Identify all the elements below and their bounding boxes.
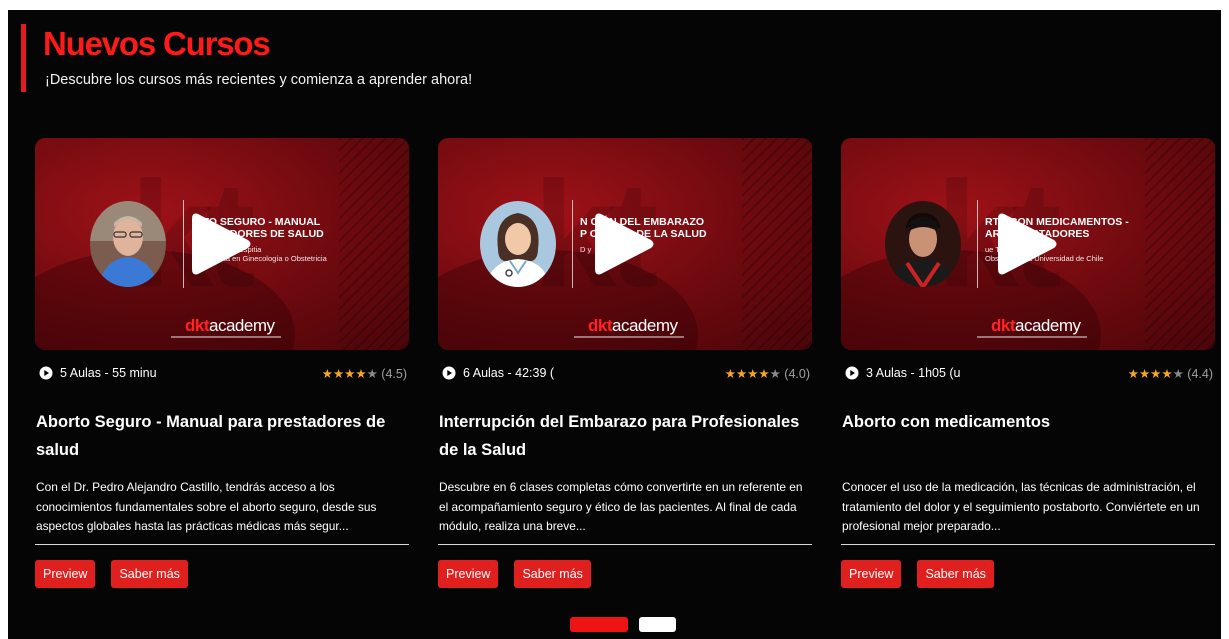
course-rating: ★★★★★ (4.4) <box>1128 366 1213 381</box>
learn-more-button[interactable]: Saber más <box>917 560 994 588</box>
course-card: kt RTO SEGURO - MANUAL RESTADORES DE SAL… <box>35 138 409 588</box>
play-icon[interactable] <box>593 210 655 278</box>
course-rating: ★★★★★ (4.5) <box>322 366 407 381</box>
new-courses-section: Nuevos Cursos ¡Descubre los cursos más r… <box>8 10 1221 639</box>
course-title[interactable]: Aborto Seguro - Manual para prestadores … <box>36 408 410 464</box>
course-card: kt N CIÓN DEL EMBARAZO P ONALES DE LA SA… <box>438 138 812 588</box>
dkt-academy-logo: dktacademy <box>991 316 1081 335</box>
course-description: Descubre en 6 clases completas cómo conv… <box>439 480 803 533</box>
carousel-dot-1[interactable] <box>570 617 628 632</box>
course-thumbnail[interactable]: kt N CIÓN DEL EMBARAZO P ONALES DE LA SA… <box>438 138 812 350</box>
rating-value: (4.4) <box>1187 367 1213 381</box>
dkt-academy-logo: dktacademy <box>185 316 275 335</box>
course-rating: ★★★★★ (4.0) <box>725 366 810 381</box>
preview-button[interactable]: Preview <box>438 560 499 588</box>
play-circle-icon <box>442 366 456 380</box>
star-icon: ★★★★ <box>1127 367 1173 381</box>
section-subtitle: ¡Descubre los cursos más recientes y com… <box>45 72 473 88</box>
section-title: Nuevos Cursos <box>43 25 271 62</box>
star-icon: ★ <box>366 367 378 381</box>
star-icon: ★★★★ <box>724 367 770 381</box>
play-icon[interactable] <box>996 210 1058 278</box>
card-divider <box>841 544 1215 545</box>
course-description: Con el Dr. Pedro Alejandro Castillo, ten… <box>36 480 377 533</box>
course-description: Conocer el uso de la medicación, las téc… <box>842 480 1200 533</box>
rating-value: (4.5) <box>381 367 407 381</box>
preview-button[interactable]: Preview <box>841 560 902 588</box>
course-thumbnail[interactable]: kt RTO CON MEDICAMENTOS - ARA PRESTADORE… <box>841 138 1215 350</box>
course-thumbnail[interactable]: kt RTO SEGURO - MANUAL RESTADORES DE SAL… <box>35 138 409 350</box>
carousel-dot-2[interactable] <box>639 617 676 632</box>
lessons-count: 3 Aulas - 1h05 (u <box>866 366 961 380</box>
card-divider <box>438 544 812 545</box>
course-title[interactable]: Interrupción del Embarazo para Profesion… <box>439 408 813 464</box>
preview-button[interactable]: Preview <box>35 560 96 588</box>
star-icon: ★★★★ <box>321 367 367 381</box>
course-title[interactable]: Aborto con medicamentos <box>842 408 1216 464</box>
lessons-count: 6 Aulas - 42:39 ( <box>463 366 555 380</box>
course-card: kt RTO CON MEDICAMENTOS - ARA PRESTADORE… <box>841 138 1215 588</box>
card-divider <box>35 544 409 545</box>
rating-value: (4.0) <box>784 367 810 381</box>
instructor-avatar <box>90 201 166 287</box>
carousel-pagination <box>570 617 676 632</box>
section-accent-bar <box>21 24 26 92</box>
dkt-academy-logo: dktacademy <box>588 316 678 335</box>
learn-more-button[interactable]: Saber más <box>514 560 591 588</box>
play-circle-icon <box>845 366 859 380</box>
star-icon: ★ <box>1172 367 1184 381</box>
lessons-count: 5 Aulas - 55 minu <box>60 366 157 380</box>
star-icon: ★ <box>769 367 781 381</box>
play-icon[interactable] <box>190 210 252 278</box>
learn-more-button[interactable]: Saber más <box>111 560 188 588</box>
play-circle-icon <box>39 366 53 380</box>
instructor-avatar <box>480 201 556 287</box>
instructor-avatar <box>885 201 961 287</box>
